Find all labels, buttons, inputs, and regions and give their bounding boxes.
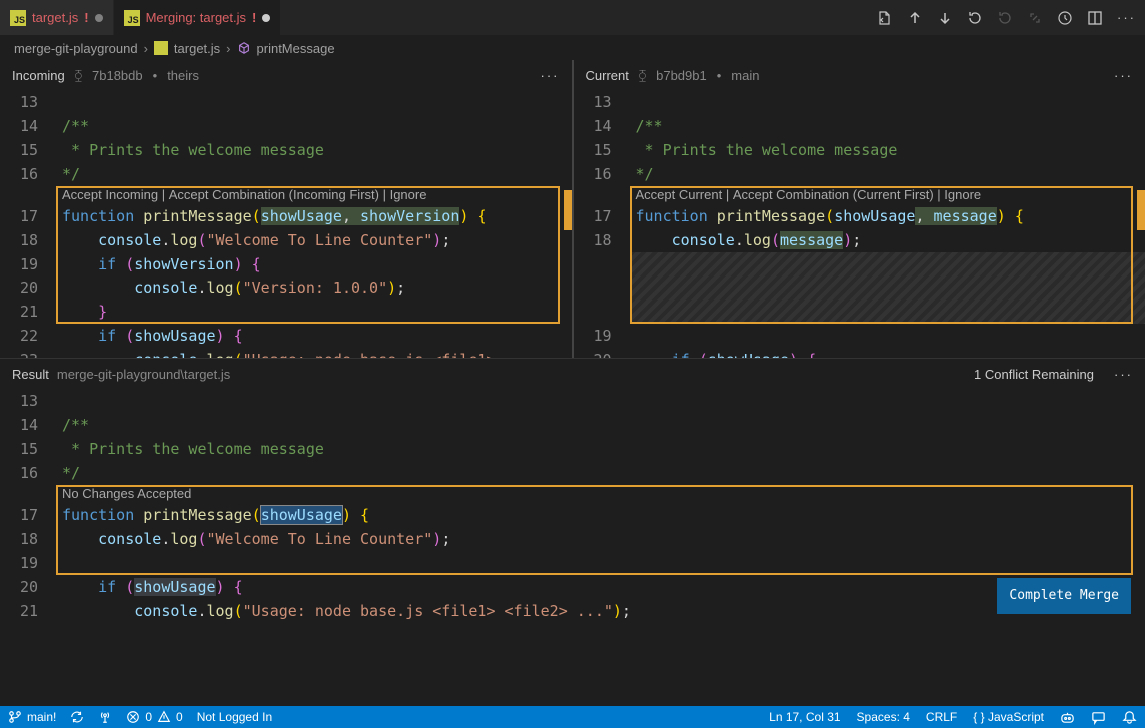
incoming-pane: Incoming ⧲ 7b18bdb • theirs ··· 13141516… — [0, 60, 574, 358]
bell-icon[interactable] — [1122, 710, 1137, 725]
js-file-icon: JS — [124, 10, 140, 26]
tab-merging-target-js[interactable]: JS Merging: target.js ! — [114, 0, 282, 35]
incoming-editor[interactable]: 131415161718192021222324 /** * Prints th… — [0, 90, 572, 358]
codelens-no-changes: No Changes Accepted — [56, 485, 1145, 503]
tab-marker: ! — [84, 10, 88, 25]
tab-label: Merging: target.js — [146, 10, 246, 25]
status-spaces[interactable]: Spaces: 4 — [857, 710, 910, 724]
status-encoding[interactable]: { } JavaScript — [973, 710, 1044, 724]
result-path: merge-git-playground\target.js — [57, 367, 230, 382]
more-icon[interactable]: ··· — [1114, 68, 1133, 83]
pane-title: Current — [586, 68, 629, 83]
error-icon — [126, 710, 140, 724]
branch-sep: • — [153, 68, 158, 83]
commit-hash[interactable]: 7b18bdb — [92, 68, 143, 83]
current-pane: Current ⧲ b7bd9b1 • main ··· 13141516171… — [574, 60, 1145, 358]
result-editor[interactable]: 13141516171819202122 /** * Prints the we… — [0, 389, 1145, 624]
sync-icon[interactable] — [70, 710, 84, 724]
arrow-up-icon[interactable] — [907, 10, 923, 26]
branch-name: theirs — [167, 68, 199, 83]
js-file-icon: JS — [10, 10, 26, 26]
codelens-actions[interactable]: Accept Incoming | Accept Combination (In… — [56, 186, 572, 204]
codelens-actions[interactable]: Accept Current | Accept Combination (Cur… — [630, 186, 1145, 204]
breadcrumb-file[interactable]: target.js — [174, 41, 220, 56]
more-icon[interactable]: ··· — [541, 68, 560, 83]
status-branch[interactable]: main! — [8, 710, 56, 724]
commit-hash[interactable]: b7bd9b1 — [656, 68, 707, 83]
current-editor[interactable]: 13141516171819202122 /** * Prints the we… — [574, 90, 1145, 358]
split-editor-icon[interactable] — [1087, 10, 1103, 26]
chevron-right-icon: › — [226, 41, 230, 56]
clock-icon[interactable] — [1057, 10, 1073, 26]
revert-icon[interactable] — [967, 10, 983, 26]
arrow-down-icon[interactable] — [937, 10, 953, 26]
complete-merge-button[interactable]: Complete Merge — [997, 578, 1131, 614]
revert-icon-dim — [997, 10, 1013, 26]
commit-icon: ⧲ — [75, 68, 82, 83]
tab-target-js[interactable]: JS target.js ! — [0, 0, 114, 35]
tab-label: target.js — [32, 10, 78, 25]
tab-bar: JS target.js ! JS Merging: target.js ! ·… — [0, 0, 1145, 36]
result-title: Result — [12, 367, 49, 382]
status-problems[interactable]: 0 0 — [126, 710, 182, 724]
status-bar: main! 0 0 Not Logged In Ln 17, Col 31 Sp… — [0, 706, 1145, 728]
method-icon — [237, 41, 251, 55]
commit-icon: ⧲ — [639, 68, 646, 83]
copilot-icon[interactable] — [1060, 710, 1075, 725]
pane-title: Incoming — [12, 68, 65, 83]
feedback-icon[interactable] — [1091, 710, 1106, 725]
status-login[interactable]: Not Logged In — [197, 710, 272, 724]
status-cursor[interactable]: Ln 17, Col 31 — [769, 710, 840, 724]
tab-marker: ! — [252, 10, 256, 25]
radio-tower-icon[interactable] — [98, 710, 112, 724]
go-to-file-icon[interactable] — [877, 10, 893, 26]
link-icon-dim — [1027, 10, 1043, 26]
tab-dirty-icon — [262, 14, 270, 22]
status-branch-name: main! — [27, 710, 56, 724]
conflicts-remaining[interactable]: 1 Conflict Remaining — [974, 367, 1094, 382]
breadcrumb: merge-git-playground › target.js › print… — [0, 36, 1145, 60]
more-icon[interactable]: ··· — [1114, 367, 1133, 382]
js-file-icon — [154, 41, 168, 55]
branch-icon — [8, 710, 22, 724]
tab-dirty-icon — [95, 14, 103, 22]
result-header: Result merge-git-playground\target.js 1 … — [0, 358, 1145, 389]
warning-icon — [157, 710, 171, 724]
breadcrumb-folder[interactable]: merge-git-playground — [14, 41, 138, 56]
branch-sep: • — [717, 68, 722, 83]
status-eol[interactable]: CRLF — [926, 710, 957, 724]
more-icon[interactable]: ··· — [1117, 10, 1133, 26]
editor-toolbar: ··· — [877, 10, 1145, 26]
branch-name: main — [731, 68, 759, 83]
chevron-right-icon: › — [144, 41, 148, 56]
breadcrumb-symbol[interactable]: printMessage — [257, 41, 335, 56]
